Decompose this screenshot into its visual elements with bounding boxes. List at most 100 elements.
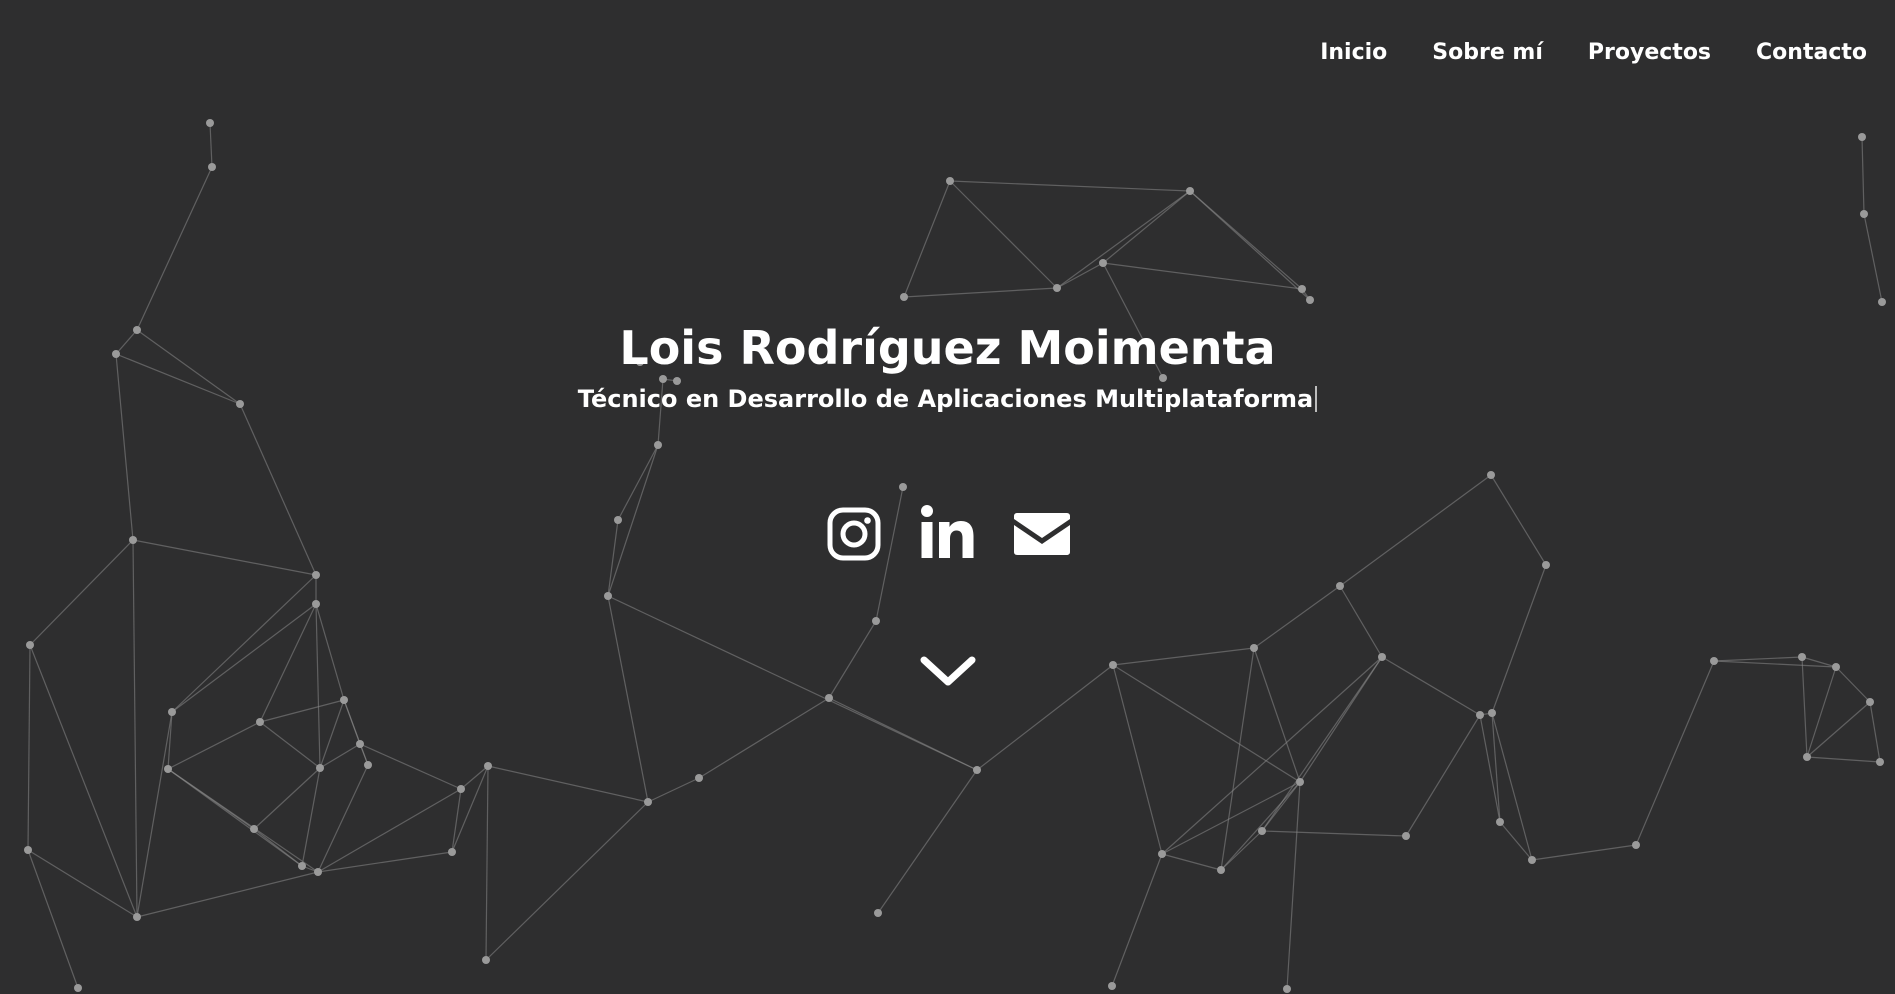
network-node (1528, 856, 1536, 864)
network-link (132, 539, 138, 918)
linkedin-link[interactable] (916, 502, 980, 566)
network-link (136, 711, 173, 918)
network-link (460, 765, 489, 790)
network-link (647, 777, 700, 803)
hero-title: Lois Rodríguez Moimenta (619, 321, 1276, 375)
network-link (903, 287, 1058, 298)
network-link (167, 768, 319, 873)
network-node (312, 571, 320, 579)
nav-link-contacto[interactable]: Contacto (1756, 40, 1867, 65)
network-node (484, 762, 492, 770)
network-node (482, 956, 490, 964)
instagram-link[interactable] (822, 502, 886, 566)
network-link (1491, 712, 1533, 861)
network-link (319, 743, 361, 769)
network-link (1220, 830, 1263, 871)
network-link (1491, 564, 1547, 714)
network-link (949, 180, 1191, 192)
network-link (1112, 664, 1163, 855)
network-link (828, 620, 877, 699)
network-link (485, 801, 649, 961)
network-node (900, 293, 908, 301)
network-node (1798, 653, 1806, 661)
network-node (1858, 133, 1866, 141)
network-link (1161, 656, 1383, 855)
network-node (364, 761, 372, 769)
network-node (1099, 259, 1107, 267)
network-link (319, 699, 345, 769)
nav-link-inicio[interactable]: Inicio (1320, 40, 1387, 65)
network-node (1803, 753, 1811, 761)
network-node (74, 984, 82, 992)
network-link (1102, 190, 1191, 264)
network-link (209, 122, 213, 168)
nav-link-proyectos[interactable]: Proyectos (1588, 40, 1711, 65)
network-link (317, 788, 462, 873)
network-node (1258, 827, 1266, 835)
network-link (1531, 844, 1637, 861)
network-node (24, 846, 32, 854)
network-link (698, 697, 830, 779)
network-link (1261, 781, 1301, 832)
network-node (340, 696, 348, 704)
network-link (27, 849, 79, 989)
network-link (949, 180, 1058, 289)
network-node (168, 708, 176, 716)
network-node (1053, 284, 1061, 292)
chevron-down-icon (920, 656, 976, 686)
network-link (1635, 660, 1715, 846)
network-node (1108, 982, 1116, 990)
typing-caret (1315, 386, 1318, 412)
network-link (1253, 585, 1341, 649)
network-link (1806, 666, 1837, 758)
network-node (312, 600, 320, 608)
email-link[interactable] (1010, 502, 1074, 566)
network-link (1112, 664, 1301, 783)
network-link (359, 743, 462, 790)
network-link (1253, 647, 1301, 783)
nav-link-sobre-mi[interactable]: Sobre mí (1432, 40, 1543, 65)
network-link (1220, 647, 1255, 871)
network-link (1835, 666, 1871, 703)
network-link (1869, 701, 1881, 763)
network-link (27, 849, 138, 918)
network-link (1861, 136, 1865, 215)
top-nav: Inicio Sobre mí Proyectos Contacto (0, 0, 1895, 112)
network-node (1283, 985, 1291, 993)
network-link (903, 180, 951, 298)
network-node (1866, 698, 1874, 706)
network-link (136, 871, 319, 918)
hero-subtitle: Técnico en Desarrollo de Aplicaciones Mu… (577, 385, 1314, 413)
network-node (250, 825, 258, 833)
instagram-icon (827, 507, 880, 561)
network-link (487, 765, 649, 803)
network-node (874, 909, 882, 917)
network-node (1336, 582, 1344, 590)
network-link (259, 721, 321, 769)
network-link (29, 644, 138, 918)
scroll-down-button[interactable] (919, 652, 977, 692)
nav-links: Inicio Sobre mí Proyectos Contacto (1320, 40, 1867, 65)
network-link (167, 721, 261, 770)
network-node (1109, 661, 1117, 669)
network-link (1111, 853, 1163, 987)
network-node (1298, 285, 1306, 293)
network-node (1487, 471, 1495, 479)
network-node (457, 785, 465, 793)
network-node (825, 694, 833, 702)
social-links (0, 502, 1895, 566)
network-link (315, 603, 345, 701)
network-node (316, 764, 324, 772)
network-node (1296, 778, 1304, 786)
network-node (356, 740, 364, 748)
network-link (1405, 714, 1481, 837)
network-node (256, 718, 264, 726)
network-link (976, 664, 1114, 771)
network-node (973, 766, 981, 774)
network-node (298, 862, 306, 870)
network-node (872, 617, 880, 625)
network-link (1806, 756, 1881, 763)
network-node (1832, 663, 1840, 671)
network-node (164, 765, 172, 773)
network-node (133, 913, 141, 921)
